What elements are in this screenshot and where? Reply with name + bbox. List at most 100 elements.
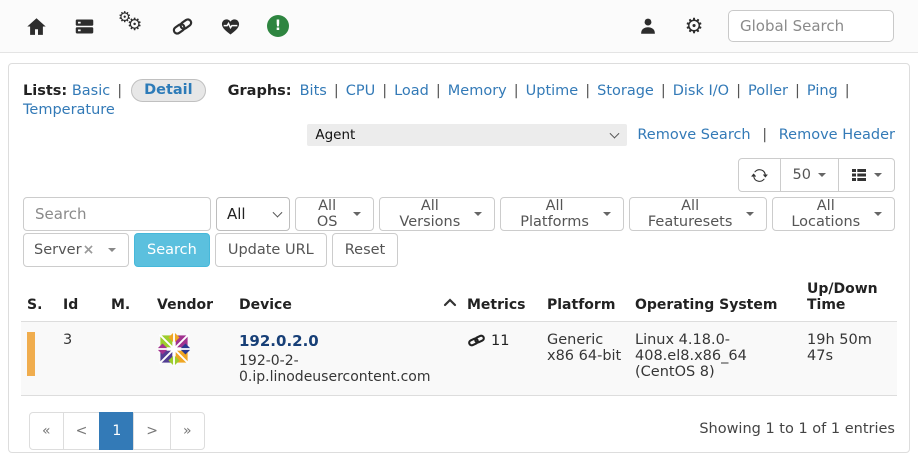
- reset-button[interactable]: Reset: [332, 233, 399, 267]
- user-icon[interactable]: [636, 14, 660, 38]
- separator: |: [382, 83, 387, 99]
- agent-select[interactable]: Agent: [307, 124, 627, 146]
- col-metrics[interactable]: Metrics: [461, 273, 541, 322]
- graph-link-diskio[interactable]: Disk I/O: [673, 83, 729, 99]
- graph-link-uptime[interactable]: Uptime: [526, 83, 579, 99]
- device-type-multiselect[interactable]: Server ×: [23, 233, 129, 267]
- col-vendor[interactable]: Vendor: [151, 273, 233, 322]
- remove-search-link[interactable]: Remove Search: [637, 127, 750, 143]
- list-mode-detail[interactable]: Detail: [131, 79, 206, 102]
- col-id[interactable]: Id: [57, 273, 105, 322]
- search-input[interactable]: [23, 197, 211, 231]
- graph-link-poller[interactable]: Poller: [748, 83, 788, 99]
- ports-link-icon[interactable]: [170, 14, 194, 38]
- filters: All All OS All Versions All Platforms Al…: [9, 192, 909, 267]
- all-locations-dropdown[interactable]: All Locations: [772, 197, 895, 231]
- col-maintenance[interactable]: M.: [105, 273, 151, 322]
- view-columns-dropdown[interactable]: [838, 158, 895, 192]
- col-os[interactable]: Operating System: [629, 273, 801, 322]
- top-navbar: ⚙ ⚙ ! ⚙: [0, 0, 918, 53]
- devices-icon[interactable]: [72, 14, 96, 38]
- update-url-button[interactable]: Update URL: [215, 233, 327, 267]
- separator: |: [762, 127, 767, 143]
- uptime-cell: 19h 50m 47s: [801, 322, 897, 396]
- lists-label: Lists:: [23, 83, 67, 99]
- toolbar-button-group: 50: [738, 158, 895, 192]
- device-hostname: 192-0-2-0.ip.linodeusercontent.com: [239, 353, 455, 385]
- list-view-icon: [851, 167, 867, 183]
- separator: |: [514, 83, 519, 99]
- alert-badge: !: [267, 15, 289, 37]
- graph-link-memory[interactable]: Memory: [448, 83, 507, 99]
- metrics-cell: 11: [461, 322, 541, 396]
- all-os-dropdown[interactable]: All OS: [295, 197, 374, 231]
- all-platforms-label: All Platforms: [513, 198, 595, 230]
- page-first-button[interactable]: «: [29, 412, 64, 450]
- col-device[interactable]: Device: [233, 273, 461, 322]
- page-last-button[interactable]: »: [170, 412, 205, 450]
- type-select-wrap: All: [216, 197, 290, 231]
- col-updown-time[interactable]: Up/Down Time: [801, 273, 897, 322]
- pagination: « < 1 > »: [29, 412, 205, 450]
- list-mode-basic[interactable]: Basic: [72, 83, 110, 99]
- gear-icon: ⚙: [127, 17, 142, 34]
- devices-table: S. Id M. Vendor Device Metrics Platform …: [21, 273, 897, 396]
- status-cell: [21, 322, 57, 396]
- maintenance-cell: [105, 322, 151, 396]
- refresh-icon: [751, 167, 768, 184]
- remove-header-link[interactable]: Remove Header: [779, 127, 895, 143]
- col-platform[interactable]: Platform: [541, 273, 629, 322]
- home-icon[interactable]: [24, 14, 48, 38]
- alerts-icon[interactable]: !: [266, 14, 290, 38]
- caret-down-icon: [874, 212, 882, 216]
- id-cell: 3: [57, 322, 105, 396]
- device-type-tag: Server: [34, 242, 82, 258]
- status-warning-bar: [27, 332, 35, 376]
- reset-label: Reset: [345, 242, 386, 258]
- page-next-button[interactable]: >: [133, 412, 171, 450]
- metrics-link[interactable]: 11: [467, 332, 509, 349]
- link-chain-icon: [467, 332, 486, 349]
- page-size-dropdown[interactable]: 50: [780, 158, 839, 192]
- graph-link-ping[interactable]: Ping: [807, 83, 838, 99]
- graph-link-bits[interactable]: Bits: [300, 83, 327, 99]
- all-featuresets-dropdown[interactable]: All Featuresets: [629, 197, 767, 231]
- caret-down-icon: [353, 212, 361, 216]
- search-button[interactable]: Search: [134, 233, 210, 267]
- services-icon[interactable]: ⚙ ⚙: [120, 14, 146, 38]
- caret-down-icon: [108, 248, 116, 252]
- health-heartbeat-icon[interactable]: [218, 14, 242, 38]
- device-row: 3: [21, 322, 897, 396]
- separator: |: [736, 83, 741, 99]
- page-prev-button[interactable]: <: [63, 412, 101, 450]
- remove-tag-icon[interactable]: ×: [83, 242, 95, 258]
- col-device-label: Device: [239, 297, 292, 313]
- all-versions-dropdown[interactable]: All Versions: [379, 197, 495, 231]
- centos-vendor-icon[interactable]: [157, 332, 191, 370]
- caret-down-icon: [474, 212, 482, 216]
- separator: |: [661, 83, 666, 99]
- col-status[interactable]: S.: [21, 273, 57, 322]
- devices-panel: Lists: Basic | Detail Graphs: Bits | CPU…: [8, 63, 910, 453]
- page-1-button[interactable]: 1: [99, 412, 134, 450]
- platform-cell: Generic x86 64-bit: [541, 322, 629, 396]
- graphs-label: Graphs:: [228, 83, 292, 99]
- device-link[interactable]: 192.0.2.0: [239, 332, 455, 350]
- all-versions-label: All Versions: [392, 198, 467, 230]
- refresh-button[interactable]: [738, 158, 781, 192]
- all-platforms-dropdown[interactable]: All Platforms: [500, 197, 623, 231]
- separator: |: [795, 83, 800, 99]
- graph-link-temperature[interactable]: Temperature: [23, 102, 115, 118]
- settings-gear-icon[interactable]: ⚙: [682, 14, 706, 38]
- graph-link-load[interactable]: Load: [394, 83, 429, 99]
- type-select[interactable]: All: [216, 197, 290, 231]
- separator: |: [585, 83, 590, 99]
- global-search-input[interactable]: [728, 10, 894, 42]
- devices-table-wrap: S. Id M. Vendor Device Metrics Platform …: [9, 269, 909, 396]
- all-featuresets-label: All Featuresets: [642, 198, 739, 230]
- caret-down-icon: [746, 212, 754, 216]
- page-size-value: 50: [793, 167, 811, 183]
- graph-link-cpu[interactable]: CPU: [346, 83, 375, 99]
- graph-link-storage[interactable]: Storage: [597, 83, 654, 99]
- all-locations-label: All Locations: [785, 198, 867, 230]
